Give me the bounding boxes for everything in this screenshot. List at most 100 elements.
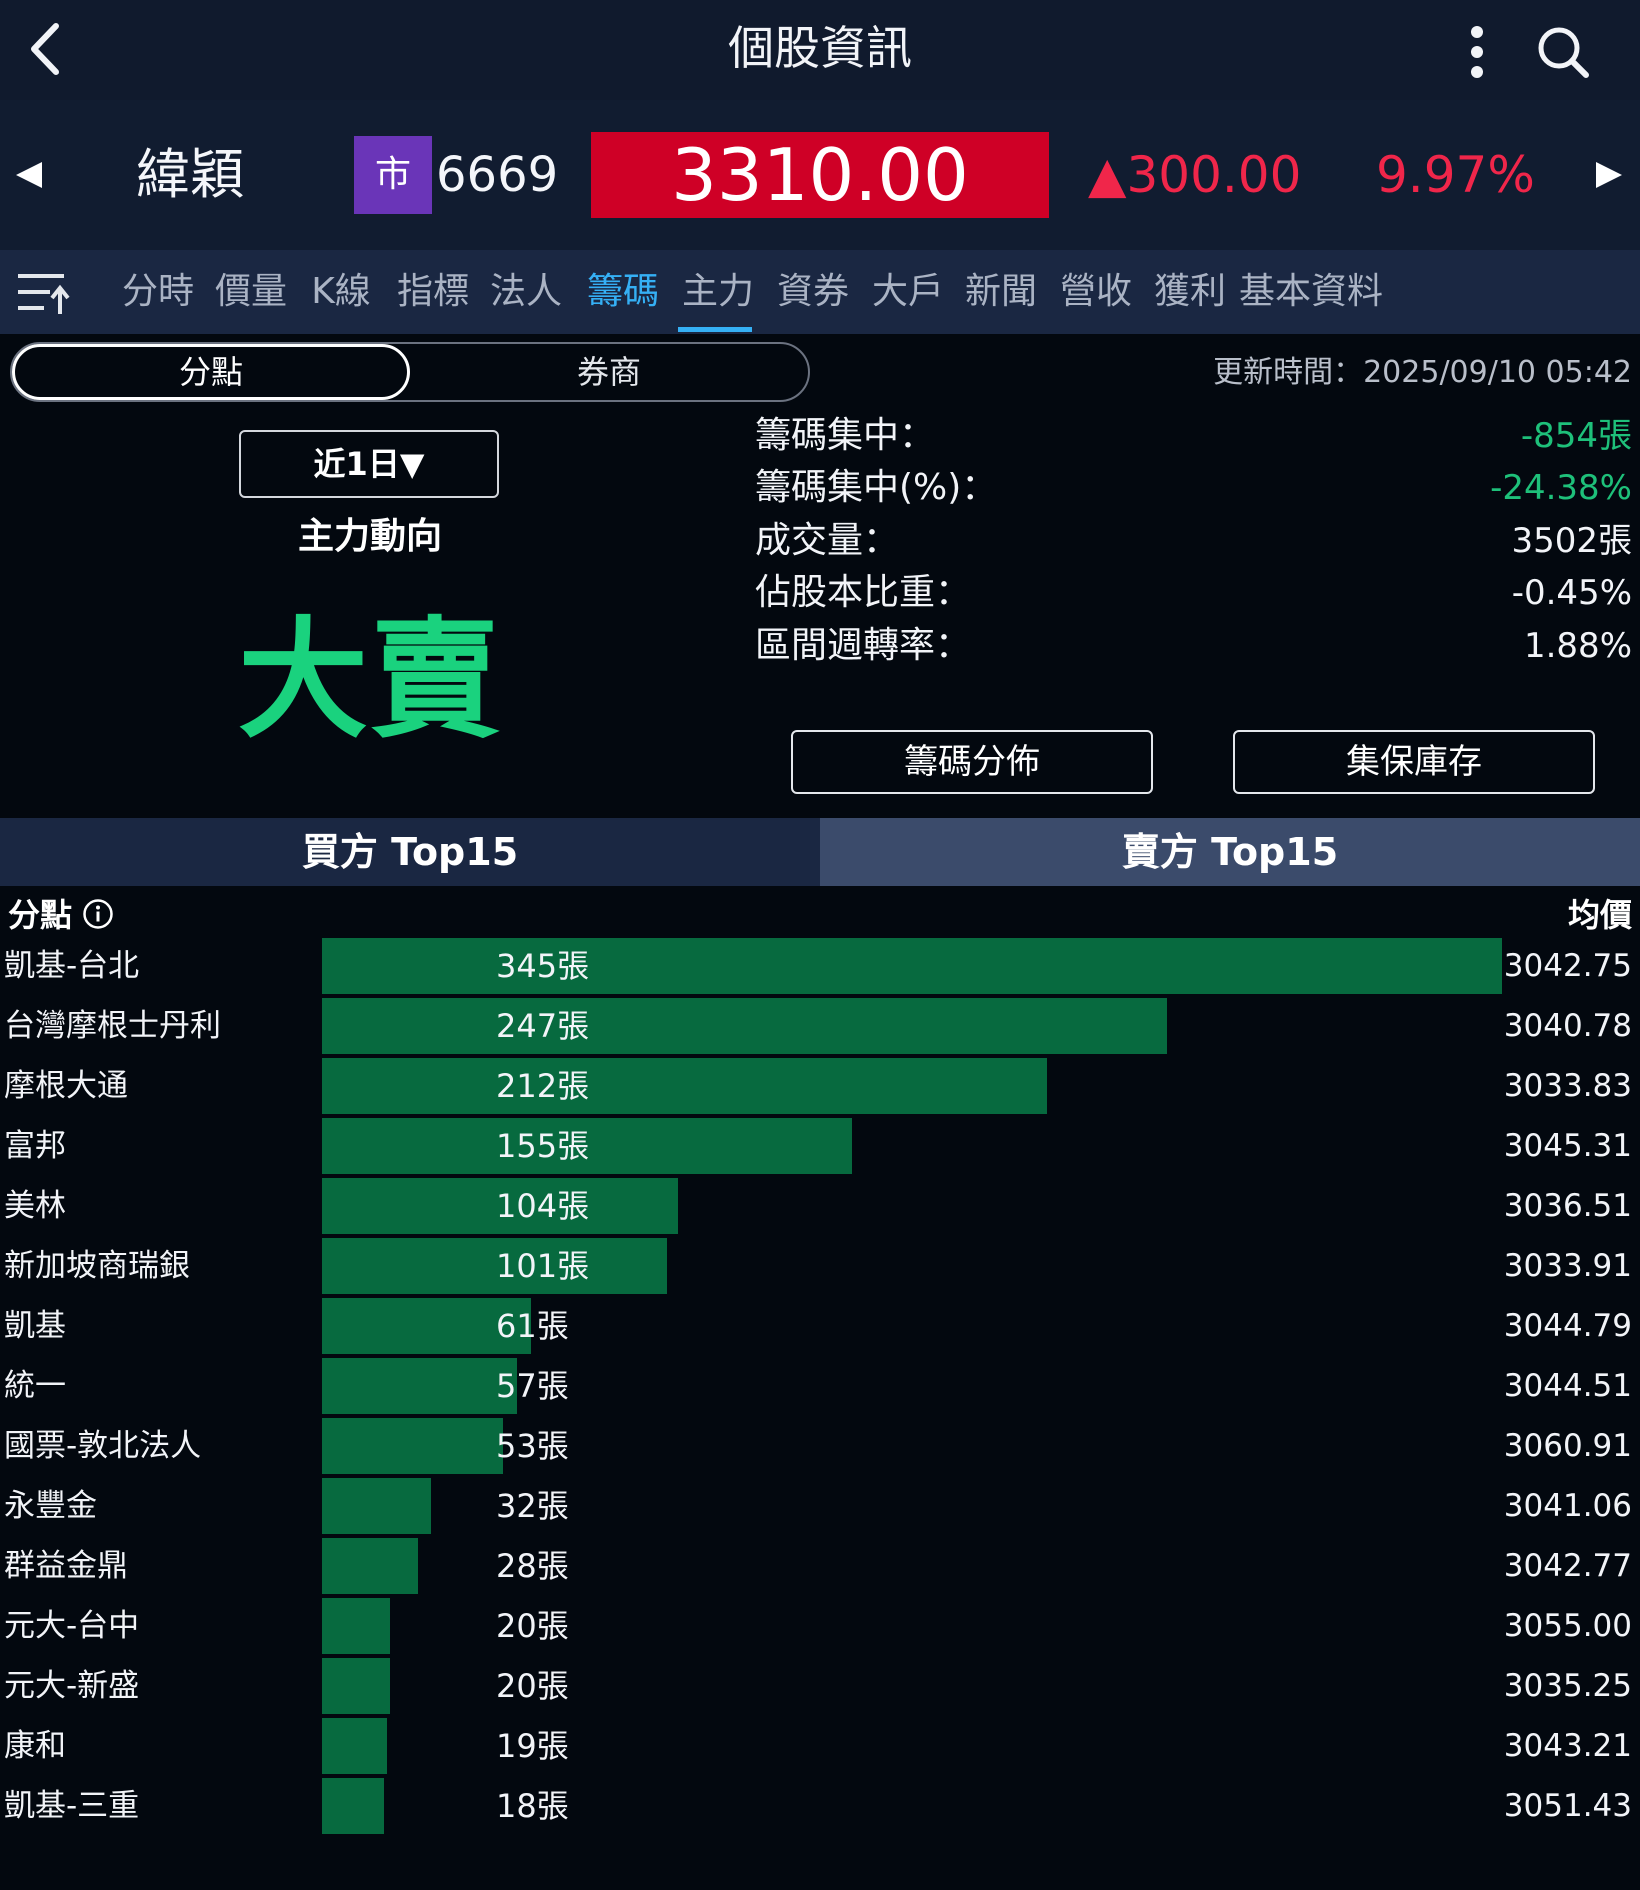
avg-price: 3044.79 [1503, 1308, 1632, 1344]
avg-price: 3060.91 [1503, 1428, 1632, 1464]
volume-label: 61張 [496, 1307, 569, 1345]
branch-name: 國票-敦北法人 [4, 1428, 202, 1464]
list-row[interactable]: 元大-台中 20張 3055.00 [0, 1596, 1640, 1656]
avg-price: 3051.43 [1503, 1788, 1632, 1824]
avg-price: 3033.91 [1503, 1248, 1632, 1284]
avg-price: 3044.51 [1503, 1368, 1632, 1404]
branch-name: 凱基 [4, 1308, 66, 1344]
volume-label: 101張 [496, 1247, 590, 1285]
volume-bar [322, 1358, 517, 1414]
list-row[interactable]: 元大-新盛 20張 3035.25 [0, 1656, 1640, 1716]
volume-bar [322, 1778, 384, 1834]
stat-value: -0.45% [1511, 573, 1632, 613]
volume-bar [322, 1658, 390, 1714]
stat-label: 成交量： [755, 520, 900, 561]
branch-name: 元大-台中 [4, 1608, 140, 1644]
list-row[interactable]: 永豐金 32張 3041.06 [0, 1476, 1640, 1536]
price-change-percent: 9.97% [1376, 146, 1535, 204]
volume-label: 19張 [496, 1727, 569, 1765]
list-row[interactable]: 統一 57張 3044.51 [0, 1356, 1640, 1416]
column-header-avg-price: 均價 [1567, 896, 1632, 934]
avg-price: 3055.00 [1503, 1608, 1632, 1644]
triangle-right-icon [1596, 162, 1622, 188]
stat-value: -854張 [1520, 416, 1632, 456]
branch-name: 永豐金 [4, 1488, 97, 1524]
search-button[interactable] [1530, 18, 1596, 84]
volume-bar [322, 1718, 387, 1774]
list-row[interactable]: 摩根大通 212張 3033.83 [0, 1056, 1640, 1116]
volume-bar [322, 998, 1167, 1054]
list-row[interactable]: 群益金鼎 28張 3042.77 [0, 1536, 1640, 1596]
next-stock-button[interactable] [1592, 160, 1626, 190]
sell-top15-tab[interactable]: 賣方 Top15 [820, 818, 1640, 886]
stat-label: 籌碼集中： [755, 415, 936, 456]
update-time: 更新時間：2025/09/10 05:42 [1213, 355, 1632, 390]
search-icon [1538, 27, 1589, 78]
volume-bar [322, 1478, 431, 1534]
list-row[interactable]: 國票-敦北法人 53張 3060.91 [0, 1416, 1640, 1476]
volume-label: 345張 [496, 947, 590, 985]
stock-code: 6669 [436, 147, 559, 203]
prev-stock-button[interactable] [12, 160, 52, 190]
list-row[interactable]: 凱基 61張 3044.79 [0, 1296, 1640, 1356]
branch-name: 元大-新盛 [4, 1668, 140, 1704]
stat-label: 佔股本比重： [755, 572, 972, 613]
branch-name: 摩根大通 [4, 1068, 128, 1104]
volume-label: 155張 [496, 1127, 590, 1165]
volume-label: 53張 [496, 1427, 569, 1465]
volume-label: 104張 [496, 1187, 590, 1225]
segment-broker[interactable]: 券商 [410, 344, 808, 400]
branch-name: 台灣摩根士丹利 [4, 1008, 221, 1044]
branch-name: 康和 [4, 1728, 66, 1764]
stock-name: 緯穎 [136, 143, 244, 206]
info-icon [83, 899, 113, 929]
tab-item[interactable]: 基本資料 [1222, 250, 1400, 334]
list-row[interactable]: 康和 19張 3043.21 [0, 1716, 1640, 1776]
info-button[interactable] [82, 898, 114, 930]
branch-name: 新加坡商瑞銀 [4, 1248, 190, 1284]
chevron-left-icon [31, 23, 59, 75]
more-button[interactable] [1455, 18, 1499, 82]
triangle-left-icon [16, 162, 42, 188]
list-row[interactable]: 凱基-三重 18張 3051.43 [0, 1776, 1640, 1836]
volume-label: 247張 [496, 1007, 590, 1045]
list-row[interactable]: 富邦 155張 3045.31 [0, 1116, 1640, 1176]
volume-bar [322, 1058, 1047, 1114]
volume-bar [322, 1598, 390, 1654]
branch-name: 群益金鼎 [4, 1548, 128, 1584]
app-header [0, 0, 1640, 100]
list-row[interactable]: 美林 104張 3036.51 [0, 1176, 1640, 1236]
main-force-trend-label: 主力動向 [297, 516, 442, 557]
chip-distribution-button[interactable]: 籌碼分佈 [791, 730, 1153, 794]
period-select[interactable]: 近1日▼ [239, 430, 499, 498]
volume-label: 18張 [496, 1787, 569, 1825]
volume-label: 28張 [496, 1547, 569, 1585]
avg-price: 3045.31 [1503, 1128, 1632, 1164]
segment-branch[interactable]: 分點 [12, 344, 410, 400]
list-row[interactable]: 台灣摩根士丹利 247張 3040.78 [0, 996, 1640, 1056]
avg-price: 3033.83 [1503, 1068, 1632, 1104]
volume-label: 20張 [496, 1607, 569, 1645]
custody-inventory-button[interactable]: 集保庫存 [1233, 730, 1595, 794]
current-price: 3310.00 [591, 132, 1049, 218]
volume-bar [322, 1238, 667, 1294]
stat-value: 1.88% [1523, 626, 1632, 666]
volume-label: 212張 [496, 1067, 590, 1105]
avg-price: 3040.78 [1503, 1008, 1632, 1044]
stat-value: 3502張 [1511, 521, 1632, 561]
back-button[interactable] [18, 16, 78, 82]
volume-label: 32張 [496, 1487, 569, 1525]
buy-top15-tab[interactable]: 買方 Top15 [0, 818, 820, 886]
avg-price: 3035.25 [1503, 1668, 1632, 1704]
branch-name: 凱基-台北 [4, 948, 140, 984]
main-force-trend-value: 大賣 [237, 604, 502, 756]
volume-label: 20張 [496, 1667, 569, 1705]
stat-label: 區間週轉率： [755, 625, 972, 666]
sort-menu-icon [18, 274, 70, 314]
list-row[interactable]: 新加坡商瑞銀 101張 3033.91 [0, 1236, 1640, 1296]
volume-bar [322, 1418, 503, 1474]
avg-price: 3043.21 [1503, 1728, 1632, 1764]
tab-menu-button[interactable] [14, 268, 70, 318]
list-row[interactable]: 凱基-台北 345張 3042.75 [0, 936, 1640, 996]
volume-bar [322, 1538, 418, 1594]
